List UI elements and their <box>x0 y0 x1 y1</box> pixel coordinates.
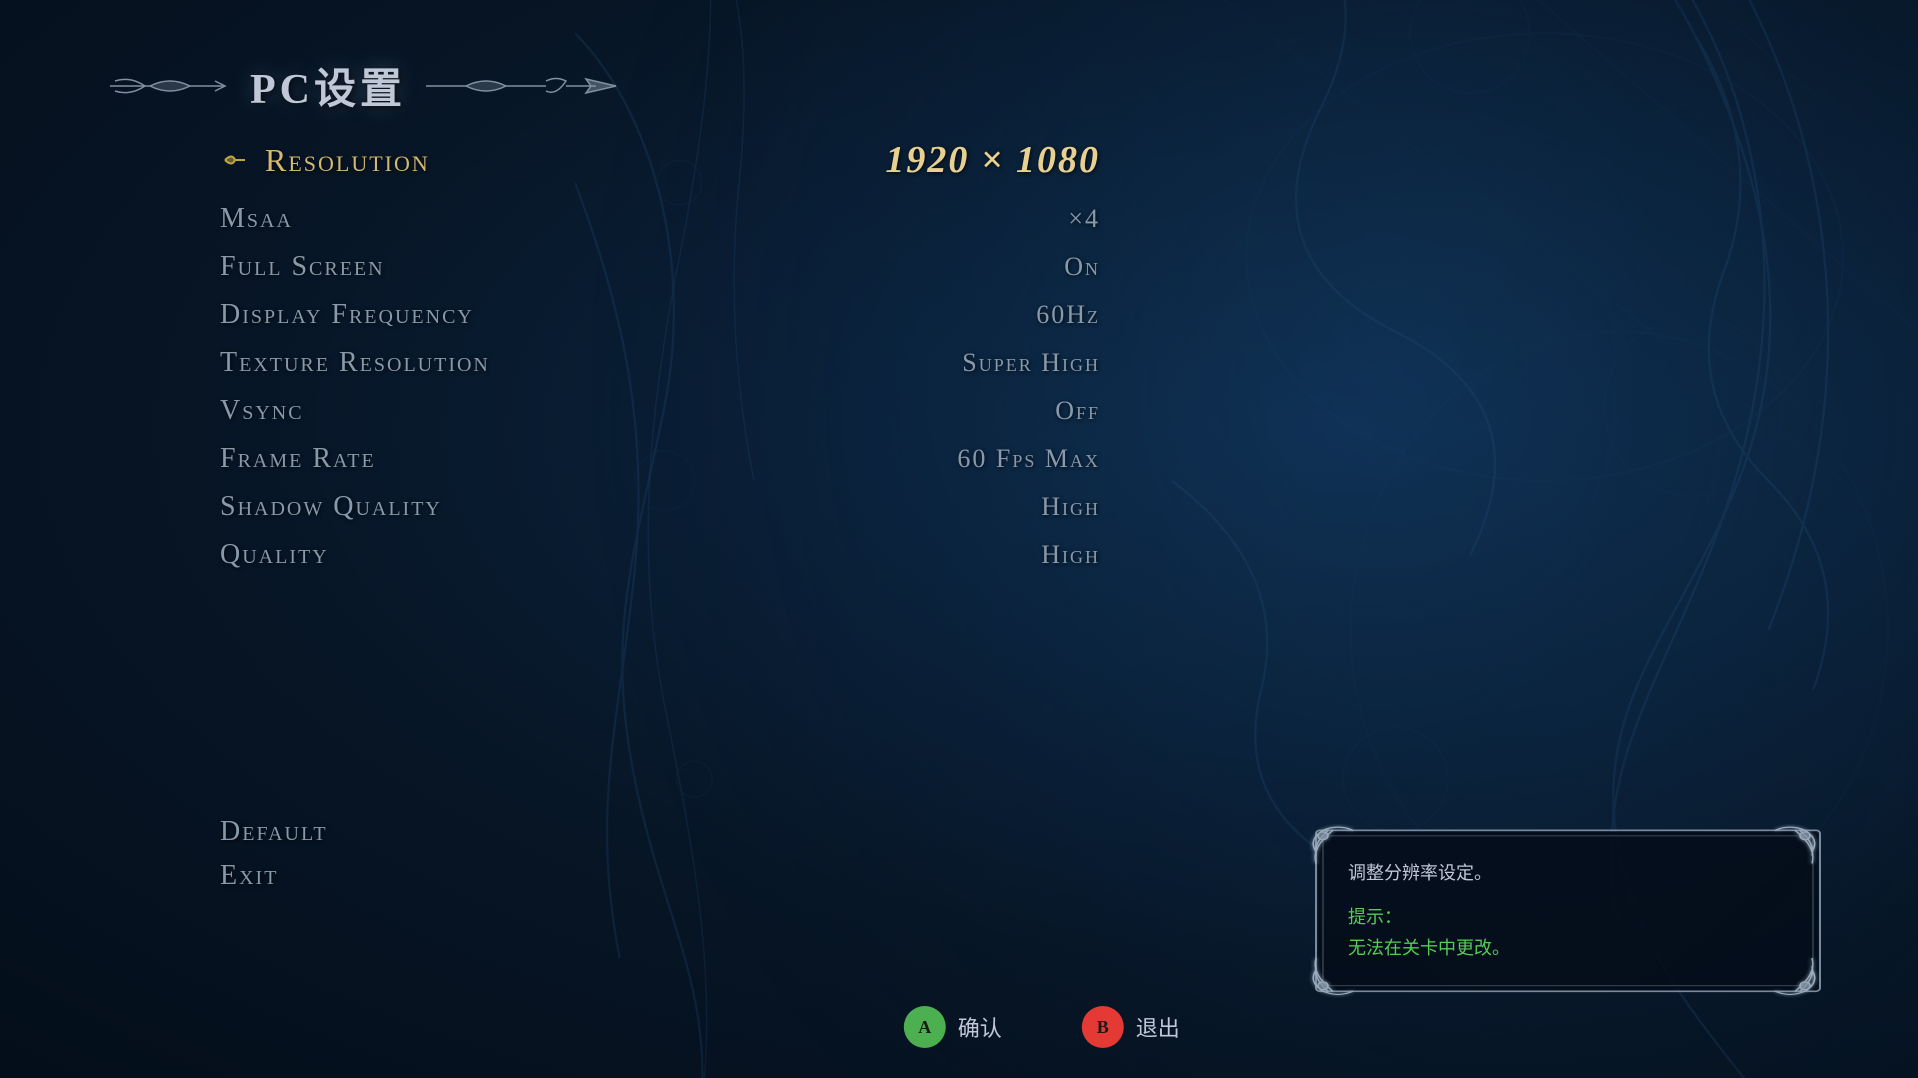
display-frequency-label: Display Frequency <box>220 299 474 331</box>
title-area: PC设置 <box>100 55 626 116</box>
arrow-indicator-icon <box>220 145 250 175</box>
vsync-label: Vsync <box>220 395 304 427</box>
msaa-label: Msaa <box>220 203 293 235</box>
back-label: 退出 <box>1136 1011 1180 1043</box>
menu-item-shadow-quality[interactable]: Shadow Quality High <box>220 483 1100 531</box>
info-main-text: 调整分辨率设定。 <box>1348 859 1788 888</box>
vsync-value: Off <box>800 396 1100 426</box>
texture-resolution-value: Super High <box>800 348 1100 378</box>
shadow-quality-value: High <box>800 492 1100 522</box>
menu-item-quality[interactable]: Quality High <box>220 531 1100 579</box>
exit-button[interactable]: Exit <box>220 854 328 898</box>
controller-buttons-area: A 确认 B 退出 <box>904 1006 1180 1048</box>
settings-menu: Resolution 1920 × 1080 Msaa ×4 Full Scre… <box>220 130 1100 579</box>
bottom-buttons-area: Default Exit <box>220 810 328 898</box>
texture-resolution-label: Texture Resolution <box>220 347 490 379</box>
fullscreen-label: Full Screen <box>220 251 385 283</box>
a-button-circle: A <box>904 1006 946 1048</box>
menu-item-vsync[interactable]: Vsync Off <box>220 387 1100 435</box>
shadow-quality-label: Shadow Quality <box>220 491 442 523</box>
info-hint-label: 提示： <box>1348 903 1788 929</box>
menu-item-display-frequency[interactable]: Display Frequency 60Hz <box>220 291 1100 339</box>
menu-item-frame-rate[interactable]: Frame Rate 60 Fps Max <box>220 435 1100 483</box>
menu-item-fullscreen[interactable]: Full Screen On <box>220 243 1100 291</box>
page-title: PC设置 <box>230 55 426 116</box>
frame-rate-label: Frame Rate <box>220 443 376 475</box>
info-box: 调整分辨率设定。 提示： 无法在关卡中更改。 <box>1308 824 1828 998</box>
title-ornament-right <box>426 61 626 111</box>
title-ornament-left <box>100 61 230 111</box>
back-button[interactable]: B 退出 <box>1082 1006 1180 1048</box>
fullscreen-value: On <box>800 252 1100 282</box>
quality-value: High <box>800 540 1100 570</box>
resolution-label: Resolution <box>220 142 430 179</box>
display-frequency-value: 60Hz <box>800 300 1100 330</box>
confirm-label: 确认 <box>958 1011 1002 1043</box>
frame-rate-value: 60 Fps Max <box>800 444 1100 474</box>
info-hint-text: 无法在关卡中更改。 <box>1348 934 1788 963</box>
msaa-value: ×4 <box>800 204 1100 234</box>
menu-item-texture-resolution[interactable]: Texture Resolution Super High <box>220 339 1100 387</box>
default-button[interactable]: Default <box>220 810 328 854</box>
menu-item-msaa[interactable]: Msaa ×4 <box>220 195 1100 243</box>
menu-item-resolution[interactable]: Resolution 1920 × 1080 <box>220 130 1100 190</box>
confirm-button[interactable]: A 确认 <box>904 1006 1002 1048</box>
resolution-value: 1920 × 1080 <box>800 138 1100 182</box>
b-button-circle: B <box>1082 1006 1124 1048</box>
quality-label: Quality <box>220 539 329 571</box>
